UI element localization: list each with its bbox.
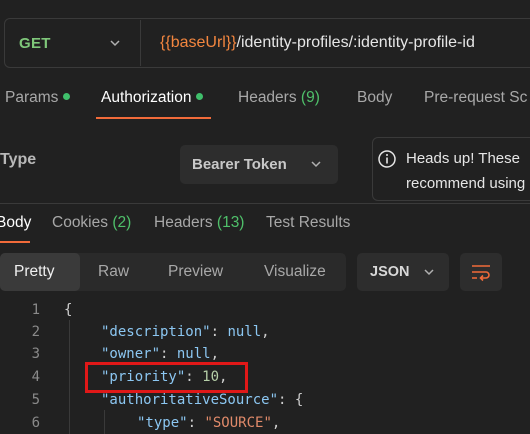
tab-test-results[interactable]: Test Results [266,214,350,232]
json-key: "authoritativeSource" [101,392,279,408]
tab-cookies[interactable]: Cookies (2) [52,214,131,232]
tab-label: Headers [154,214,213,231]
indent-guide [104,410,105,434]
code-line: "type": "SOURCE", [137,415,280,431]
url-variable: {{baseUrl}} [160,34,237,51]
method-select[interactable]: GET [19,35,51,52]
status-dot [196,93,204,101]
active-tab-indicator [96,117,211,119]
tab-label: Pre-request Sc [424,89,528,106]
tab-label: Cookies [52,214,108,231]
code-line: "authoritativeSource": { [101,392,303,408]
json-punct: , [271,415,281,431]
code-line: "owner": null, [101,346,219,362]
wrap-lines-icon [472,265,490,282]
code-line: "description": null, [101,324,270,340]
format-value: JSON [370,264,410,280]
auth-type-value: Bearer Token [192,156,287,173]
tab-response-headers[interactable]: Headers (13) [154,214,244,232]
tab-label: Params [5,89,59,106]
tab-count: (2) [112,214,132,231]
json-value: null [176,346,211,362]
tab-label: Body [357,89,393,106]
tab-response-body[interactable]: Body [0,214,31,232]
notice-body: recommend using [406,175,526,192]
divider [0,203,530,204]
divider [140,20,141,66]
highlight-box [85,362,248,393]
notice-title: Heads up! These [406,150,520,167]
json-value: null [227,324,262,340]
auth-type-label: Type [0,151,37,168]
chevron-down-icon[interactable] [109,37,121,49]
tab-params[interactable]: Params [5,89,71,107]
preview-button[interactable]: Preview [168,263,223,281]
tab-pre-request-script[interactable]: Pre-request Sc [424,89,527,107]
json-punct: , [210,346,220,362]
json-separator: : [278,392,295,408]
json-separator: : [187,415,205,431]
json-separator: : [160,346,177,362]
line-number: 4 [31,369,40,385]
json-punct: , [261,324,270,340]
chevron-down-icon [424,269,434,276]
raw-button[interactable]: Raw [98,263,129,281]
active-tab-indicator [0,241,30,243]
url-path: /identity-profiles/:identity-profile-id [236,34,475,51]
tab-label: Body [0,214,32,231]
code-line: { [64,302,73,318]
json-value: "SOURCE" [204,415,272,431]
tab-body[interactable]: Body [357,89,392,107]
pretty-label: Pretty [14,263,55,280]
json-value: { [294,392,304,408]
line-number: 6 [31,415,40,431]
indent-guide [69,320,70,434]
json-separator: : [210,324,228,340]
chevron-down-icon [311,161,321,168]
json-key: "type" [137,415,188,431]
info-icon [378,150,396,168]
tab-headers[interactable]: Headers (9) [238,89,320,107]
json-key: "description" [101,324,211,340]
json-key: "owner" [101,346,161,362]
tab-authorization[interactable]: Authorization [101,89,204,107]
tab-label: Authorization [101,89,192,106]
tab-count: (9) [300,89,320,106]
visualize-button[interactable]: Visualize [264,263,326,281]
status-dot [63,93,71,101]
line-number: 2 [31,324,40,340]
line-number: 1 [31,302,40,318]
tab-label: Headers [238,89,297,106]
line-number: 3 [31,346,40,362]
tab-count: (13) [216,214,245,231]
tab-label: Test Results [266,214,351,231]
url-input[interactable]: {{baseUrl}}/identity-profiles/:identity-… [160,34,475,52]
line-number: 5 [31,392,40,408]
